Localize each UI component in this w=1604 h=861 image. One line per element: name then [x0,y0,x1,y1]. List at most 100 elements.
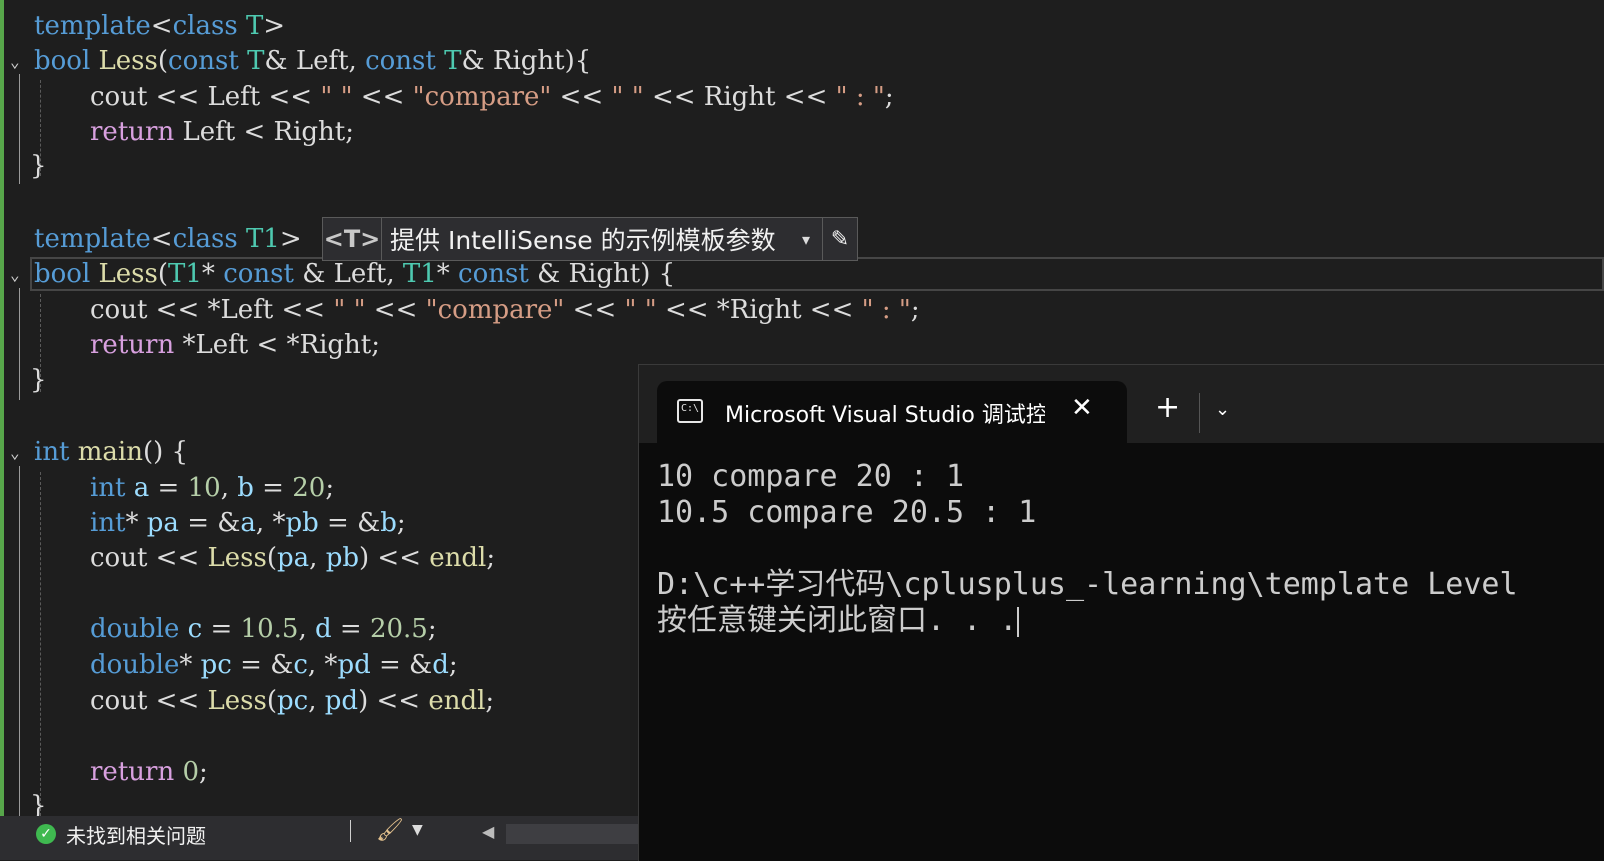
close-icon[interactable]: ✕ [1071,393,1093,423]
token: ; [448,650,458,680]
template-param-icon: <T> [323,218,382,260]
code-line[interactable]: int main() { [34,434,188,470]
chevron-down-icon[interactable]: ▼ [412,822,423,838]
token: , [308,686,325,716]
console-output-line: D:\c++学习代码\cplusplus_-learning\template … [657,567,1518,602]
chevron-down-icon[interactable]: ▾ [802,230,822,249]
horizontal-scrollbar-thumb[interactable] [506,824,640,844]
token: Left < Right; [174,117,354,147]
code-line[interactable]: int a = 10, b = 20; [90,470,334,506]
scroll-left-arrow-icon[interactable]: ◀ [482,822,494,841]
token: cout << *Left << [90,295,334,325]
token: template [34,11,151,41]
code-line[interactable]: return *Left < *Right; [90,327,380,363]
token: ; [486,543,496,573]
code-line[interactable]: bool Less(const T& Left, const T& Right)… [34,43,591,79]
issues-status[interactable]: 未找到相关问题 [66,820,206,849]
token: << [365,295,426,325]
token: "compare" [412,82,552,112]
token: << Right << [643,82,836,112]
token: 0 [182,757,199,787]
token: template [34,224,151,254]
code-line[interactable]: cout << *Left << " " << "compare" << " "… [90,292,920,328]
token: a [240,508,256,538]
code-line[interactable]: cout << Less(pa, pb) << endl; [90,540,495,576]
fold-chevron-icon[interactable]: ⌄ [10,445,26,461]
code-line[interactable]: double* pc = &c, *pd = &d; [90,647,458,683]
token: = [331,614,370,644]
console-output-line: 10 compare 20 : 1 [657,459,965,494]
token: << [564,295,625,325]
token: << *Right << [656,295,862,325]
code-line[interactable]: cout << Left << " " << "compare" << " " … [90,79,894,115]
token: , [309,543,326,573]
token: "compare" [425,295,565,325]
code-line[interactable]: template<class T1> [34,221,302,257]
console-output-line: 按任意键关闭此窗口. . . [657,603,1020,639]
code-line[interactable]: } [30,362,47,398]
console-output-line: 10.5 compare 20.5 : 1 [657,495,1037,530]
token: b [380,508,397,538]
token: T [245,11,264,41]
fold-chevron-icon[interactable]: ⌄ [10,54,26,70]
chevron-down-icon[interactable]: ⌄ [1215,399,1230,420]
token: T1 [245,224,280,254]
code-line[interactable]: bool Less(T1* const & Left, T1* const & … [34,256,675,292]
terminal-tab[interactable]: C:\ Microsoft Visual Studio 调试控制台 ✕ [657,381,1127,443]
token: pa [277,543,310,573]
token: > [263,11,286,41]
token: return [90,330,175,360]
token: << [551,82,612,112]
token: c [179,614,203,644]
token: int [90,473,126,503]
token: double [90,650,180,680]
console-icon: C:\ [677,399,703,423]
code-line[interactable]: return 0; [90,754,208,790]
divider [350,820,351,842]
token: return [90,117,175,147]
code-cleanup-brush-icon[interactable]: 🖌 [376,818,404,843]
pencil-icon[interactable]: ✎ [822,218,857,260]
new-tab-plus-icon[interactable]: + [1155,393,1180,423]
token: Less [207,543,267,573]
code-line[interactable]: template<class T> [34,8,285,44]
token: main [69,437,143,467]
token: " " [320,82,353,112]
token: ; [199,757,208,787]
token: , * [255,508,286,538]
token: = [253,473,293,503]
code-line[interactable]: double c = 10.5, d = 20.5; [90,611,437,647]
token: * [125,508,147,538]
token: ; [325,473,335,503]
token: , [298,614,315,644]
token: = & [178,508,241,538]
debug-console-window[interactable]: C:\ Microsoft Visual Studio 调试控制台 ✕ + ⌄ … [638,364,1604,861]
token: cout << [90,686,208,716]
token: = & [231,650,294,680]
token: *Left < *Right; [174,330,380,360]
token: d [432,650,449,680]
token: " : " [861,295,911,325]
token: const [223,259,294,289]
status-bar: ✓ 未找到相关问题 🖌 ▼ ◀ [0,816,640,860]
code-line[interactable]: cout << Less(pc, pd) << endl; [90,683,494,719]
token: pc [277,686,309,716]
code-line[interactable]: int* pa = &a, *pb = &b; [90,505,406,541]
token: = & [318,508,381,538]
token: class [172,11,238,41]
token: = & [370,650,433,680]
token: 20 [292,473,326,503]
token: pa [146,508,179,538]
console-prompt-text: 按任意键关闭此窗口. . . [657,603,1018,638]
token: a [125,473,150,503]
token: d [314,614,332,644]
fold-chevron-icon[interactable]: ⌄ [10,267,26,283]
code-line[interactable]: } [30,148,47,184]
token: > [279,224,302,254]
token: endl [428,686,486,716]
token: () { [143,437,189,467]
token: & Left, [293,259,403,289]
token: cout << Left << [90,82,321,112]
code-line[interactable]: return Left < Right; [90,114,354,150]
intellisense-template-hint[interactable]: <T> 提供 IntelliSense 的示例模板参数 ▾ ✎ [322,217,858,261]
